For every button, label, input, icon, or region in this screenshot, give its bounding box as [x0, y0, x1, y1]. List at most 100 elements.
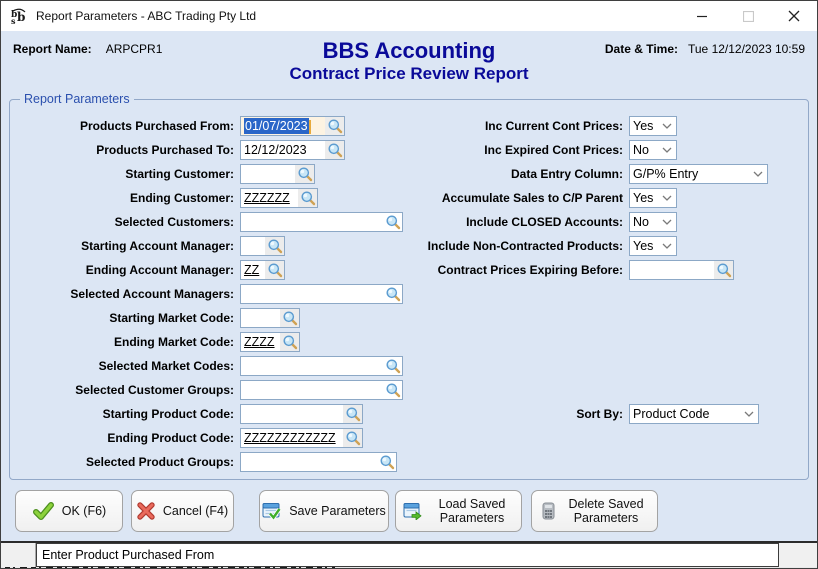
status-bar: Enter Product Purchased From: [1, 541, 817, 567]
field-row-starting-market-code: Starting Market Code:: [16, 306, 403, 330]
selected-customers-input[interactable]: [240, 212, 403, 232]
field-row-inc-expired-cont-prices: Inc Expired Cont Prices: No: [413, 138, 768, 162]
save-icon: [262, 502, 282, 520]
starting-customer-input[interactable]: [240, 164, 315, 184]
load-saved-parameters-button[interactable]: Load Saved Parameters: [395, 490, 522, 532]
minimize-button[interactable]: [679, 1, 725, 31]
selected-customer-groups-lookup-magnifier-icon[interactable]: [383, 381, 402, 399]
contract-prices-expiring-before-label: Contract Prices Expiring Before:: [437, 263, 623, 277]
ending-account-manager-label: Ending Account Manager:: [85, 263, 234, 277]
report-header: Report Name: ARPCPR1 BBS Accounting Cont…: [1, 31, 817, 88]
products-purchased-from-input[interactable]: 01/07/2023: [240, 116, 345, 136]
selected-account-managers-label: Selected Account Managers:: [70, 287, 234, 301]
chevron-down-icon: [740, 411, 758, 417]
cancel-button[interactable]: Cancel (F4): [131, 490, 234, 532]
button-bar: OK (F6) Cancel (F4) Save Parameters Load Sa…: [1, 485, 817, 541]
ending-market-code-label: Ending Market Code:: [113, 335, 234, 349]
starting-market-code-input[interactable]: [240, 308, 300, 328]
sort-by-row: Sort By: Product Code: [413, 402, 759, 426]
window-title: Report Parameters - ABC Trading Pty Ltd: [36, 9, 257, 23]
products-purchased-to-lookup-magnifier-icon[interactable]: [325, 141, 344, 159]
selected-product-groups-lookup-magnifier-icon[interactable]: [377, 453, 396, 471]
status-bar-left-segment: [1, 543, 36, 567]
products-purchased-from-lookup-magnifier-icon[interactable]: [325, 117, 344, 135]
sort-by-label: Sort By:: [576, 407, 623, 421]
content-area: Report Parameters Products Purchased Fro…: [1, 88, 817, 485]
sort-by-select[interactable]: Product Code: [629, 404, 759, 424]
close-button[interactable]: [771, 1, 817, 31]
products-purchased-to-input[interactable]: 12/12/2023: [240, 140, 345, 160]
delete-saved-parameters-button[interactable]: Delete Saved Parameters: [531, 490, 658, 532]
selected-market-codes-lookup-magnifier-icon[interactable]: [383, 357, 402, 375]
starting-product-code-lookup-magnifier-icon[interactable]: [343, 405, 362, 423]
status-message-text: Enter Product Purchased From: [42, 548, 215, 562]
field-row-selected-account-managers: Selected Account Managers:: [16, 282, 403, 306]
save-parameters-button[interactable]: Save Parameters: [259, 490, 389, 532]
delete-saved-parameters-button-label: Delete Saved Parameters: [568, 497, 644, 525]
products-purchased-to-label: Products Purchased To:: [96, 143, 234, 157]
field-row-products-purchased-to: Products Purchased To: 12/12/2023: [16, 138, 403, 162]
contract-prices-expiring-before-lookup-magnifier-icon[interactable]: [714, 261, 733, 279]
field-row-selected-product-groups: Selected Product Groups:: [16, 450, 403, 474]
selected-customers-lookup-magnifier-icon[interactable]: [383, 213, 402, 231]
starting-account-manager-lookup-magnifier-icon[interactable]: [265, 237, 284, 255]
products-purchased-from-label: Products Purchased From:: [79, 119, 234, 133]
field-row-ending-customer: Ending Customer: ZZZZZZ: [16, 186, 403, 210]
include-closed-accounts-value: No: [633, 215, 649, 229]
contract-prices-expiring-before-input[interactable]: [629, 260, 734, 280]
chevron-down-icon: [658, 123, 676, 129]
include-closed-accounts-select[interactable]: No: [629, 212, 677, 232]
window-controls: [679, 1, 817, 31]
field-row-sort-by: Sort By: Product Code: [413, 402, 759, 426]
products-purchased-from-value: 01/07/2023: [241, 117, 325, 135]
report-name-value: ARPCPR1: [105, 42, 163, 56]
status-bar-grip-area: [779, 543, 817, 567]
starting-product-code-input[interactable]: [240, 404, 363, 424]
inc-current-cont-prices-select[interactable]: Yes: [629, 116, 677, 136]
ending-product-code-value: ZZZZZZZZZZZZ: [244, 431, 336, 445]
ending-market-code-input[interactable]: ZZZZ: [240, 332, 300, 352]
inc-expired-cont-prices-label: Inc Expired Cont Prices:: [484, 143, 623, 157]
text-caret: [308, 119, 311, 134]
groupbox-legend: Report Parameters: [24, 92, 130, 106]
background-window-sliver: [1, 567, 817, 568]
save-parameters-button-label: Save Parameters: [289, 504, 386, 518]
ending-product-code-input[interactable]: ZZZZZZZZZZZZ: [240, 428, 363, 448]
ok-button[interactable]: OK (F6): [15, 490, 123, 532]
report-parameters-window: b s b Report Parameters - ABC Trading Pt…: [0, 0, 818, 569]
cancel-button-label: Cancel (F4): [162, 504, 229, 518]
chevron-down-icon: [658, 243, 676, 249]
data-entry-column-label: Data Entry Column:: [510, 167, 623, 181]
selected-customers-label: Selected Customers:: [114, 215, 234, 229]
ending-customer-lookup-magnifier-icon[interactable]: [298, 189, 317, 207]
selected-product-groups-input[interactable]: [240, 452, 397, 472]
data-entry-column-select[interactable]: G/P% Entry: [629, 164, 768, 184]
selected-account-managers-lookup-magnifier-icon[interactable]: [383, 285, 402, 303]
starting-customer-lookup-magnifier-icon[interactable]: [295, 165, 314, 183]
starting-account-manager-input[interactable]: [240, 236, 285, 256]
include-non-contracted-products-select[interactable]: Yes: [629, 236, 677, 256]
selected-account-managers-input[interactable]: [240, 284, 403, 304]
selected-customer-groups-input[interactable]: [240, 380, 403, 400]
inc-expired-cont-prices-value: No: [633, 143, 649, 157]
ending-product-code-lookup-magnifier-icon[interactable]: [343, 429, 362, 447]
field-row-products-purchased-from: Products Purchased From: 01/07/2023: [16, 114, 403, 138]
inc-expired-cont-prices-select[interactable]: No: [629, 140, 677, 160]
selected-market-codes-input[interactable]: [240, 356, 403, 376]
starting-market-code-lookup-magnifier-icon[interactable]: [280, 309, 299, 327]
titlebar: b s b Report Parameters - ABC Trading Pt…: [1, 1, 817, 31]
field-row-selected-market-codes: Selected Market Codes:: [16, 354, 403, 378]
ending-customer-input[interactable]: ZZZZZZ: [240, 188, 318, 208]
accumulate-sales-to-cp-parent-select[interactable]: Yes: [629, 188, 677, 208]
ending-account-manager-lookup-magnifier-icon[interactable]: [265, 261, 284, 279]
field-row-contract-prices-expiring-before: Contract Prices Expiring Before:: [413, 258, 768, 282]
ending-market-code-lookup-magnifier-icon[interactable]: [280, 333, 299, 351]
ending-account-manager-input[interactable]: ZZ: [240, 260, 285, 280]
report-parameters-groupbox: Report Parameters Products Purchased Fro…: [9, 92, 809, 480]
check-icon: [32, 501, 54, 521]
status-message: Enter Product Purchased From: [36, 543, 779, 567]
chevron-down-icon: [658, 147, 676, 153]
accumulate-sales-to-cp-parent-label: Accumulate Sales to C/P Parent: [441, 191, 623, 205]
field-row-accumulate-sales-to-cp-parent: Accumulate Sales to C/P Parent Yes: [413, 186, 768, 210]
datetime-value: Tue 12/12/2023 10:59: [688, 42, 805, 56]
